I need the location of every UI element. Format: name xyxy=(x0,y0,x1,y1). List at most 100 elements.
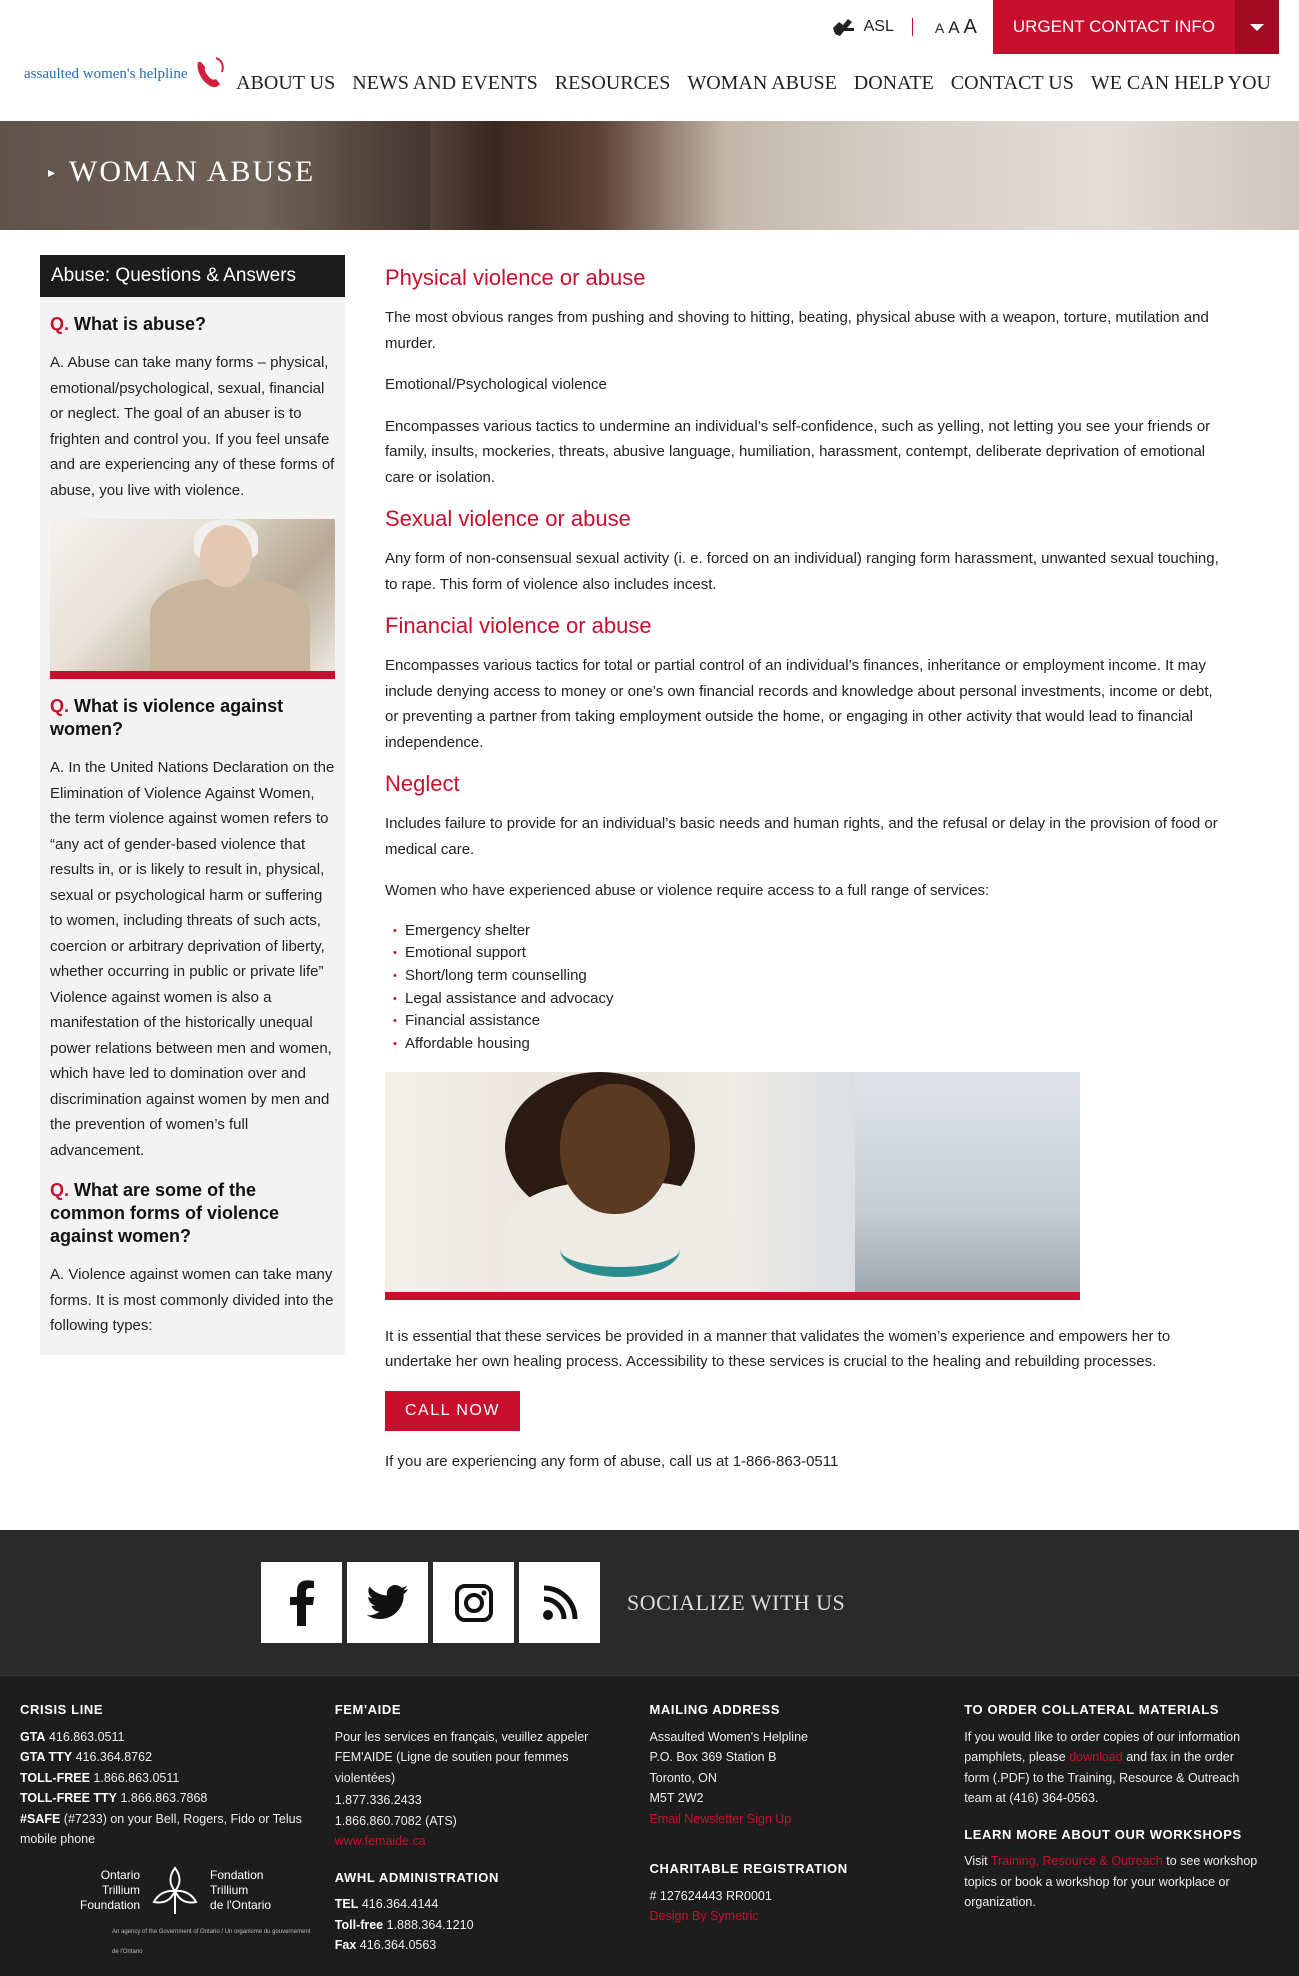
newsletter-link[interactable]: Email Newsletter Sign Up xyxy=(650,1809,947,1830)
utility-bar: ASL A A A URGENT CONTACT INFO xyxy=(830,0,1279,54)
femaide-link[interactable]: www.femaide.ca xyxy=(335,1831,632,1852)
nav-resources[interactable]: RESOURCES xyxy=(555,72,671,95)
femaide-phone[interactable]: 1.877.336.2433 xyxy=(335,1790,632,1811)
sign-language-icon xyxy=(832,19,854,36)
logo-text: assaulted women's helpline xyxy=(24,65,188,82)
twitter-button[interactable] xyxy=(347,1562,428,1644)
utility-separator xyxy=(911,18,913,36)
call-text: If you are experiencing any form of abus… xyxy=(385,1452,839,1470)
main-nav: ABOUT US NEWS AND EVENTS RESOURCES WOMAN… xyxy=(219,72,1271,95)
trillium-subtitle: An agency of the Government of Ontario /… xyxy=(112,1928,311,1956)
urgent-contact-button[interactable]: URGENT CONTACT INFO xyxy=(992,0,1235,54)
crisis-key: GTA TTY xyxy=(20,1750,73,1765)
list-item: Emotional support xyxy=(385,942,1219,965)
question-mark: Q. xyxy=(50,314,70,334)
workshops-text: Visit Training, Resource & Outreach to s… xyxy=(964,1851,1261,1913)
photo-shape xyxy=(560,1083,670,1214)
question: Q. What is violence against women? xyxy=(40,679,345,741)
sexual-text: Any form of non-consensual sexual activi… xyxy=(385,550,1219,593)
admin-key: Fax xyxy=(334,1938,357,1953)
urgent-contact-dropdown[interactable] xyxy=(1235,0,1279,54)
question-text: What is abuse? xyxy=(74,314,207,334)
answer-text: A. Abuse can take many forms – physical,… xyxy=(50,354,335,499)
collateral-text: If you would like to order copies of our… xyxy=(964,1727,1261,1809)
section-heading-sexual: Sexual violence or abuse xyxy=(385,506,631,531)
workshops-text-pre: Visit xyxy=(964,1854,988,1869)
nav-donate[interactable]: DONATE xyxy=(854,72,934,95)
photo-shape xyxy=(200,525,252,587)
list-item: Short/long term counselling xyxy=(385,965,1219,988)
page-banner: ▸ WOMAN ABUSE xyxy=(0,121,1299,230)
crisis-line: TOLL-FREE 1.866.863.0511 xyxy=(20,1768,317,1789)
trillium-line: Fondation xyxy=(210,1868,264,1883)
elderly-woman-photo xyxy=(50,519,335,679)
admin-line: Fax 416.364.0563 xyxy=(335,1935,632,1956)
socialize-label: SOCIALIZE WITH US xyxy=(627,1589,846,1615)
photo-shape xyxy=(150,579,310,671)
text-size-large[interactable]: A xyxy=(964,16,977,39)
call-now-button[interactable]: CALL NOW xyxy=(385,1390,520,1431)
physical-text: The most obvious ranges from pushing and… xyxy=(385,309,1209,352)
footer-crisis-line: CRISIS LINE GTA 416.863.0511 GTA TTY 416… xyxy=(20,1700,335,1956)
crisis-key: TOLL-FREE xyxy=(20,1770,90,1785)
training-link[interactable]: Training, Resource & Outreach xyxy=(991,1854,1163,1868)
femaide-phone-ats[interactable]: 1.866.860.7082 (ATS) xyxy=(335,1811,632,1832)
footer-heading: AWHL ADMINISTRATION xyxy=(334,1869,500,1885)
admin-number[interactable]: 1.888.364.1210 xyxy=(387,1918,474,1932)
site-header: ASL A A A URGENT CONTACT INFO assaulted … xyxy=(0,0,1299,121)
safe-line: #SAFE (#7233) on your Bell, Rogers, Fido… xyxy=(20,1809,317,1850)
crisis-number[interactable]: 416.863.0511 xyxy=(49,1730,125,1744)
trillium-line: de l'Ontario xyxy=(210,1898,272,1913)
charity-number: # 127624443 RR0001 xyxy=(649,1888,772,1903)
footer-heading: LEARN MORE ABOUT OUR WORKSHOPS xyxy=(964,1826,1242,1842)
qa-sidebar: Abuse: Questions & Answers Q. What is ab… xyxy=(40,255,345,1355)
instagram-button[interactable] xyxy=(433,1562,514,1644)
nav-news-and-events[interactable]: NEWS AND EVENTS xyxy=(352,72,538,95)
crisis-key: TOLL-FREE TTY xyxy=(20,1791,117,1806)
twitter-icon xyxy=(366,1584,408,1619)
crisis-number[interactable]: 1.866.863.7868 xyxy=(120,1791,207,1805)
admin-number[interactable]: 416.364.4144 xyxy=(362,1897,438,1911)
text-size-small[interactable]: A xyxy=(935,20,944,36)
content-area: Abuse: Questions & Answers Q. What is ab… xyxy=(0,230,1299,1530)
trillium-text-en: Ontario Trillium Foundation xyxy=(80,1868,140,1913)
text-size-medium[interactable]: A xyxy=(948,18,959,38)
address-line: P.O. Box 369 Station B xyxy=(649,1750,777,1765)
nav-contact-us[interactable]: CONTACT US xyxy=(951,72,1074,95)
address-line: M5T 2W2 xyxy=(649,1791,704,1806)
download-link[interactable]: download xyxy=(1069,1750,1123,1764)
footer-heading: TO ORDER COLLATERAL MATERIALS xyxy=(964,1702,1220,1718)
nav-about-us[interactable]: ABOUT US xyxy=(236,72,335,95)
crisis-number[interactable]: 1.866.863.0511 xyxy=(93,1771,179,1785)
admin-key: TEL xyxy=(334,1897,359,1912)
footer-heading: FEM'AIDE xyxy=(334,1702,402,1718)
nav-we-can-help-you[interactable]: WE CAN HELP YOU xyxy=(1091,72,1271,95)
trillium-line: Trillium xyxy=(210,1883,249,1898)
list-item: Affordable housing xyxy=(385,1033,1219,1056)
designer-link[interactable]: Design By Symetric xyxy=(650,1906,947,1927)
crisis-number[interactable]: 416.364.8762 xyxy=(76,1750,152,1764)
facebook-button[interactable] xyxy=(261,1562,342,1644)
urgent-contact: URGENT CONTACT INFO xyxy=(992,0,1279,54)
caret-down-icon xyxy=(1250,23,1264,31)
question-mark: Q. xyxy=(50,1180,70,1200)
trillium-flower-icon xyxy=(152,1866,198,1914)
services-intro: Women who have experienced abuse or viol… xyxy=(385,882,990,899)
site-logo[interactable]: assaulted women's helpline xyxy=(24,54,226,94)
social-band: SOCIALIZE WITH US xyxy=(0,1530,1299,1677)
chevron-right-icon: ▸ xyxy=(48,163,56,180)
photo-shape xyxy=(560,1222,680,1277)
rss-button[interactable] xyxy=(519,1562,600,1644)
admin-number[interactable]: 416.364.0563 xyxy=(360,1938,436,1952)
asl-link[interactable]: ASL xyxy=(830,16,894,38)
question-text: What is violence against women? xyxy=(50,696,284,739)
admin-key: Toll-free xyxy=(334,1917,384,1932)
trillium-line: Foundation xyxy=(80,1898,141,1913)
nav-woman-abuse[interactable]: WOMAN ABUSE xyxy=(687,72,836,95)
safe-text: (#7233) on your Bell, Rogers, Fido or Te… xyxy=(20,1811,302,1847)
section-heading-physical: Physical violence or abuse xyxy=(385,265,646,290)
services-list: Emergency shelter Emotional support Shor… xyxy=(385,920,1219,1056)
crisis-line: GTA 416.863.0511 xyxy=(20,1727,317,1748)
footer-mailing: MAILING ADDRESS Assaulted Women's Helpli… xyxy=(650,1700,965,1956)
section-heading-neglect: Neglect xyxy=(385,771,460,796)
